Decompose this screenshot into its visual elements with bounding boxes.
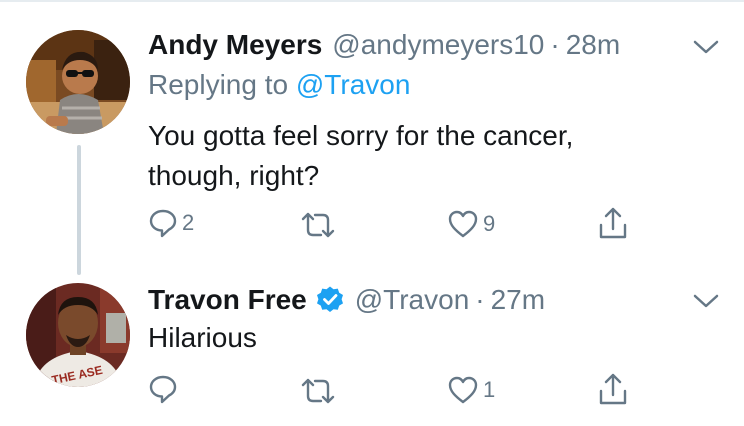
timestamp[interactable]: 27m: [491, 283, 545, 317]
like-button[interactable]: 1: [447, 375, 495, 405]
retweet-button[interactable]: [300, 376, 340, 406]
display-name[interactable]: Travon Free: [148, 283, 307, 317]
top-divider: [0, 0, 744, 2]
share-icon: [599, 373, 627, 405]
tweet-text: Hilarious: [148, 318, 688, 358]
avatar-andy-meyers[interactable]: [26, 30, 130, 134]
display-name[interactable]: Andy Meyers: [148, 28, 322, 62]
replying-to-label: Replying to: [148, 69, 289, 100]
reply-button[interactable]: [148, 374, 182, 404]
tweet-header: Travon Free @Travon · 27m: [148, 283, 545, 317]
replying-to-context: Replying to @Travon: [148, 68, 410, 102]
user-handle[interactable]: @andymeyers10: [332, 28, 544, 62]
user-handle[interactable]: @Travon: [355, 283, 470, 317]
retweet-icon: [301, 378, 335, 404]
tweet-text: You gotta feel sorry for the cancer, tho…: [148, 116, 688, 196]
thread-connector-line: [77, 145, 81, 275]
share-button[interactable]: [597, 371, 629, 407]
like-icon: [448, 376, 478, 404]
avatar-photo-child: [26, 30, 130, 134]
like-icon: [448, 210, 478, 238]
reply-icon: [149, 209, 177, 238]
reply-icon: [149, 375, 177, 404]
share-button[interactable]: [597, 205, 629, 241]
chevron-down-icon[interactable]: [693, 293, 719, 309]
verified-badge-icon: [315, 285, 345, 315]
reply-mention-link[interactable]: @Travon: [296, 69, 411, 100]
chevron-down-icon[interactable]: [693, 39, 719, 55]
avatar-photo-man: THE ASE: [26, 283, 130, 387]
like-count: 1: [483, 377, 496, 402]
separator-dot: ·: [550, 29, 560, 60]
timestamp[interactable]: 28m: [566, 28, 620, 62]
share-icon: [599, 207, 627, 239]
reply-count: 2: [182, 210, 195, 235]
like-button[interactable]: 9: [447, 209, 495, 239]
tweet-text-line: You gotta feel sorry for the cancer,: [148, 120, 574, 151]
tweet-text-line: Hilarious: [148, 322, 257, 353]
retweet-button[interactable]: [300, 210, 340, 240]
retweet-icon: [301, 212, 335, 238]
tweet-header: Andy Meyers @andymeyers10 · 28m: [148, 28, 620, 62]
tweet-text-line: though, right?: [148, 160, 320, 191]
avatar-travon-free[interactable]: THE ASE: [26, 283, 130, 387]
reply-button[interactable]: 2: [148, 208, 194, 238]
separator-dot: ·: [475, 284, 485, 315]
like-count: 9: [483, 211, 496, 236]
